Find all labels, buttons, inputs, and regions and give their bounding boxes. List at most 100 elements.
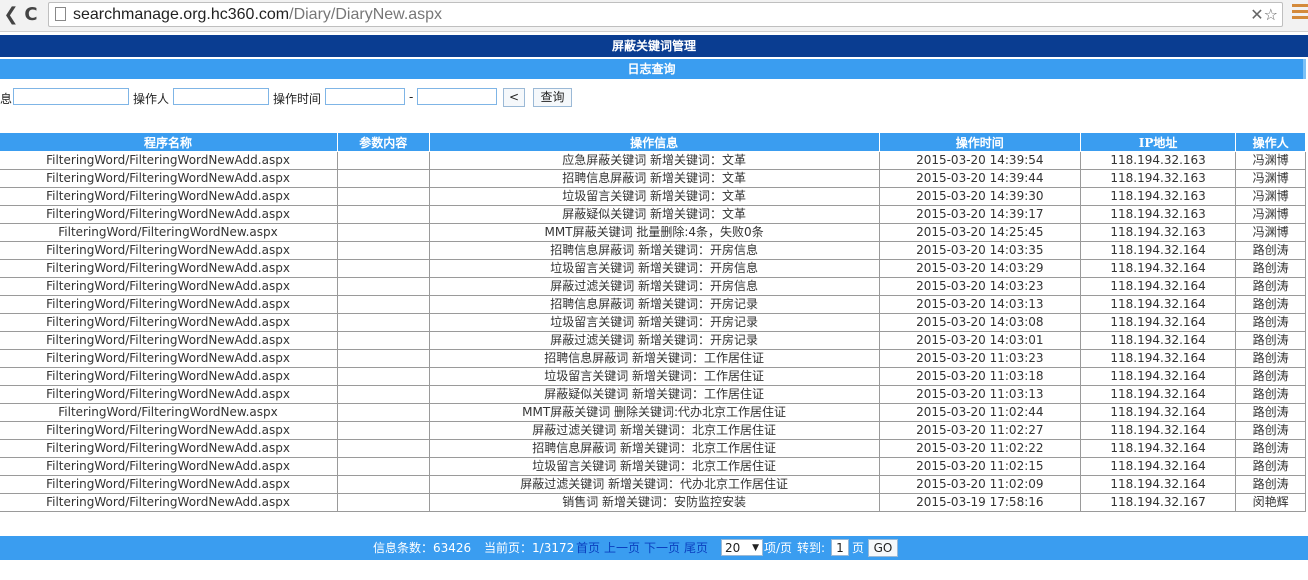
table-row[interactable]: FilteringWord/FilteringWordNewAdd.aspx 屏蔽… — [0, 385, 1306, 404]
time-from-input[interactable] — [325, 88, 405, 105]
time-to-input[interactable] — [417, 88, 497, 105]
cell-params — [337, 277, 430, 296]
cell-time: 2015-03-20 14:39:54 — [878, 151, 1081, 170]
cell-operation: 垃圾留言关键词 新增关键词：文革 — [428, 187, 880, 206]
table-row[interactable]: FilteringWord/FilteringWordNewAdd.aspx 垃圾… — [0, 457, 1306, 476]
page-icon — [55, 7, 66, 21]
cell-ip: 118.194.32.167 — [1079, 493, 1237, 512]
cell-operation: 屏蔽过滤关键词 新增关键词：代办北京工作居住证 — [428, 475, 880, 494]
cell-program: FilteringWord/FilteringWordNewAdd.aspx — [0, 277, 339, 296]
cell-ip: 118.194.32.164 — [1079, 439, 1237, 458]
table-row[interactable]: FilteringWord/FilteringWordNewAdd.aspx 屏蔽… — [0, 277, 1306, 296]
cell-operator: 路创涛 — [1235, 331, 1306, 350]
cell-time: 2015-03-20 14:03:29 — [878, 259, 1081, 278]
cell-ip: 118.194.32.164 — [1079, 367, 1237, 386]
table-row[interactable]: FilteringWord/FilteringWordNewAdd.aspx 垃圾… — [0, 259, 1306, 278]
cell-operator: 冯渊博 — [1235, 187, 1306, 206]
table-row[interactable]: FilteringWord/FilteringWordNewAdd.aspx 招聘… — [0, 241, 1306, 260]
table-row[interactable]: FilteringWord/FilteringWordNew.aspx MMT屏蔽… — [0, 403, 1306, 422]
table-row[interactable]: FilteringWord/FilteringWordNewAdd.aspx 招聘… — [0, 349, 1306, 368]
cell-operator: 路创涛 — [1235, 439, 1306, 458]
cell-operator: 路创涛 — [1235, 367, 1306, 386]
cell-program: FilteringWord/FilteringWordNewAdd.aspx — [0, 475, 339, 494]
table-row[interactable]: FilteringWord/FilteringWordNewAdd.aspx 招聘… — [0, 295, 1306, 314]
back-icon[interactable]: ❮ — [0, 4, 22, 26]
cell-program: FilteringWord/FilteringWordNewAdd.aspx — [0, 331, 339, 350]
table-row[interactable]: FilteringWord/FilteringWordNewAdd.aspx 垃圾… — [0, 367, 1306, 386]
table-row[interactable]: FilteringWord/FilteringWordNewAdd.aspx 垃圾… — [0, 313, 1306, 332]
reload-icon[interactable]: C — [20, 4, 42, 26]
goto-page-input[interactable]: 1 — [831, 539, 849, 556]
menu-icon[interactable] — [1292, 4, 1308, 26]
cell-params — [337, 367, 430, 386]
cell-ip: 118.194.32.164 — [1079, 475, 1237, 494]
calendar-button[interactable]: < — [503, 88, 525, 107]
col-operator[interactable]: 操作人 — [1235, 132, 1306, 152]
first-page-link[interactable]: 首页 — [576, 536, 600, 560]
cell-operator: 路创涛 — [1235, 241, 1306, 260]
cell-params — [337, 331, 430, 350]
col-time[interactable]: 操作时间 — [878, 132, 1081, 152]
cell-time: 2015-03-20 14:03:08 — [878, 313, 1081, 332]
cell-time: 2015-03-20 11:03:18 — [878, 367, 1081, 386]
cell-operation: 垃圾留言关键词 新增关键词：开房信息 — [428, 259, 880, 278]
cell-operation: 屏蔽过滤关键词 新增关键词：北京工作居住证 — [428, 421, 880, 440]
table-row[interactable]: FilteringWord/FilteringWordNew.aspx MMT屏蔽… — [0, 223, 1306, 242]
cell-operator: 冯渊博 — [1235, 169, 1306, 188]
info-label: 息 — [0, 92, 13, 106]
prev-page-link[interactable]: 上一页 — [604, 536, 640, 560]
table-row[interactable]: FilteringWord/FilteringWordNewAdd.aspx 垃圾… — [0, 187, 1306, 206]
cell-params — [337, 349, 430, 368]
cell-program: FilteringWord/FilteringWordNewAdd.aspx — [0, 259, 339, 278]
cell-time: 2015-03-20 14:39:44 — [878, 169, 1081, 188]
cell-program: FilteringWord/FilteringWordNewAdd.aspx — [0, 439, 339, 458]
cell-ip: 118.194.32.164 — [1079, 331, 1237, 350]
table-row[interactable]: FilteringWord/FilteringWordNewAdd.aspx 屏蔽… — [0, 205, 1306, 224]
col-ip[interactable]: IP地址 — [1079, 132, 1237, 152]
table-row[interactable]: FilteringWord/FilteringWordNewAdd.aspx 屏蔽… — [0, 475, 1306, 494]
cell-params — [337, 403, 430, 422]
cell-program: FilteringWord/FilteringWordNewAdd.aspx — [0, 169, 339, 188]
cell-params — [337, 169, 430, 188]
info-input[interactable] — [13, 88, 129, 105]
table-row[interactable]: FilteringWord/FilteringWordNewAdd.aspx 招聘… — [0, 439, 1306, 458]
col-operation[interactable]: 操作信息 — [428, 132, 880, 152]
cell-program: FilteringWord/FilteringWordNewAdd.aspx — [0, 151, 339, 170]
cell-ip: 118.194.32.164 — [1079, 241, 1237, 260]
cell-ip: 118.194.32.164 — [1079, 313, 1237, 332]
cell-operation: 招聘信息屏蔽词 新增关键词：开房信息 — [428, 241, 880, 260]
table-row[interactable]: FilteringWord/FilteringWordNewAdd.aspx 屏蔽… — [0, 421, 1306, 440]
table-row[interactable]: FilteringWord/FilteringWordNewAdd.aspx 应急… — [0, 151, 1306, 170]
cell-operator: 闵艳辉 — [1235, 493, 1306, 512]
last-page-link[interactable]: 尾页 — [684, 536, 708, 560]
table-row[interactable]: FilteringWord/FilteringWordNewAdd.aspx 招聘… — [0, 169, 1306, 188]
bookmark-star-icon[interactable]: ✕☆ — [1250, 4, 1278, 26]
cell-time: 2015-03-20 11:02:44 — [878, 403, 1081, 422]
cell-params — [337, 187, 430, 206]
cell-operation: 垃圾留言关键词 新增关键词：开房记录 — [428, 313, 880, 332]
goto-label: 转到: — [797, 541, 826, 555]
table-row[interactable]: FilteringWord/FilteringWordNewAdd.aspx 销售… — [0, 493, 1306, 512]
col-program[interactable]: 程序名称 — [0, 132, 339, 152]
col-params[interactable]: 参数内容 — [337, 132, 430, 152]
table-row[interactable]: FilteringWord/FilteringWordNewAdd.aspx 屏蔽… — [0, 331, 1306, 350]
pager-bar: 信息条数：63426 当前页：1/3172 首页 上一页 下一页 尾页 20 ▼ … — [0, 536, 1308, 560]
cell-params — [337, 439, 430, 458]
page-size-select[interactable]: 20 ▼ — [721, 539, 763, 556]
query-button[interactable]: 查询 — [533, 88, 572, 107]
cell-program: FilteringWord/FilteringWordNewAdd.aspx — [0, 493, 339, 512]
next-page-link[interactable]: 下一页 — [644, 536, 680, 560]
address-bar[interactable]: searchmanage.org.hc360.com/Diary/DiaryNe… — [48, 2, 1283, 27]
cell-ip: 118.194.32.163 — [1079, 205, 1237, 224]
cell-time: 2015-03-20 11:03:13 — [878, 385, 1081, 404]
operator-input[interactable] — [173, 88, 269, 105]
go-button[interactable]: GO — [868, 539, 898, 557]
cell-program: FilteringWord/FilteringWordNewAdd.aspx — [0, 385, 339, 404]
cell-operation: 招聘信息屏蔽词 新增关键词：北京工作居住证 — [428, 439, 880, 458]
browser-toolbar: ❮ C searchmanage.org.hc360.com/Diary/Dia… — [0, 0, 1308, 32]
cell-params — [337, 241, 430, 260]
cell-time: 2015-03-20 14:03:13 — [878, 295, 1081, 314]
cell-operation: 屏蔽疑似关键词 新增关键词：文革 — [428, 205, 880, 224]
cell-program: FilteringWord/FilteringWordNewAdd.aspx — [0, 349, 339, 368]
cell-time: 2015-03-20 14:25:45 — [878, 223, 1081, 242]
